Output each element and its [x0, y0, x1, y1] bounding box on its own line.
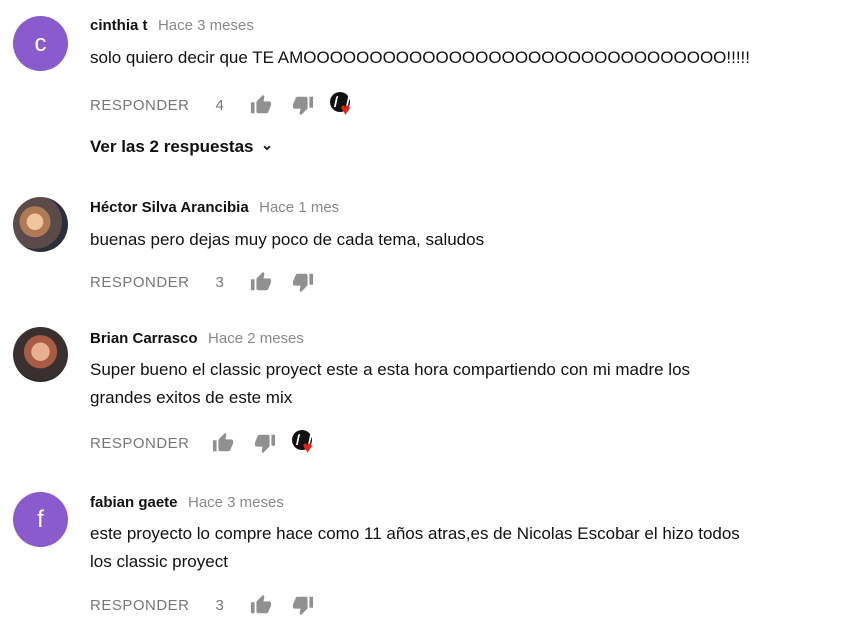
- view-replies-button[interactable]: Ver las 2 respuestas: [90, 137, 274, 157]
- reply-button[interactable]: RESPONDER: [90, 274, 190, 291]
- comment-header: Héctor Silva Arancibia Hace 1 mes: [90, 199, 339, 217]
- thumb-up-icon[interactable]: [250, 271, 272, 293]
- timestamp[interactable]: Hace 3 meses: [188, 494, 284, 511]
- like-count: 3: [215, 596, 224, 614]
- avatar[interactable]: f: [13, 492, 68, 547]
- thumb-up-icon[interactable]: [250, 594, 272, 616]
- thumb-down-icon[interactable]: [292, 271, 314, 293]
- avatar[interactable]: c: [13, 16, 68, 71]
- comment-actions: RESPONDER 3: [90, 593, 314, 617]
- thumb-up-icon[interactable]: [212, 432, 234, 454]
- comment-text-line: este proyecto lo compre hace como 11 año…: [90, 524, 740, 543]
- author-name[interactable]: cinthia t: [90, 17, 148, 34]
- like-count: 3: [215, 273, 224, 291]
- comment-text: buenas pero dejas muy poco de cada tema,…: [90, 226, 830, 254]
- chevron-down-icon: [260, 140, 274, 154]
- thumb-down-icon[interactable]: [292, 94, 314, 116]
- comment-header: fabian gaete Hace 3 meses: [90, 494, 284, 512]
- comment-text: este proyecto lo compre hace como 11 año…: [90, 520, 830, 576]
- avatar[interactable]: [13, 197, 68, 252]
- comment-text: Super bueno el classic proyect este a es…: [90, 356, 830, 412]
- comment-text-line: los classic proyect: [90, 552, 228, 571]
- comment-header: Brian Carrasco Hace 2 meses: [90, 330, 304, 348]
- thumb-up-icon[interactable]: [250, 94, 272, 116]
- reply-button[interactable]: RESPONDER: [90, 97, 190, 114]
- view-replies-label: Ver las 2 respuestas: [90, 137, 254, 156]
- comment-actions: RESPONDER ♥: [90, 430, 320, 456]
- comment-text: solo quiero decir que TE AMOOOOOOOOOOOOO…: [90, 44, 830, 72]
- creator-heart-icon: ♥: [291, 430, 320, 456]
- reply-button[interactable]: RESPONDER: [90, 435, 190, 452]
- comment-text-line: grandes exitos de este mix: [90, 388, 293, 407]
- thumb-down-icon[interactable]: [292, 594, 314, 616]
- thumb-down-icon[interactable]: [254, 432, 276, 454]
- comment-text-line: Super bueno el classic proyect este a es…: [90, 360, 691, 379]
- like-count: 4: [215, 96, 224, 114]
- comment-actions: RESPONDER 3: [90, 270, 314, 294]
- comment-text-line: buenas pero dejas muy poco de cada tema,…: [90, 230, 485, 249]
- author-name[interactable]: Héctor Silva Arancibia: [90, 199, 249, 216]
- timestamp[interactable]: Hace 3 meses: [158, 17, 254, 34]
- timestamp[interactable]: Hace 2 meses: [208, 330, 304, 347]
- author-name[interactable]: fabian gaete: [90, 494, 178, 511]
- comment-header: cinthia t Hace 3 meses: [90, 17, 254, 35]
- comment-text-line: solo quiero decir que TE AMOOOOOOOOOOOOO…: [90, 48, 751, 67]
- avatar[interactable]: [13, 327, 68, 382]
- creator-heart-icon: ♥: [329, 92, 358, 118]
- comment-actions: RESPONDER 4 ♥: [90, 92, 358, 118]
- reply-button[interactable]: RESPONDER: [90, 597, 190, 614]
- timestamp[interactable]: Hace 1 mes: [259, 199, 339, 216]
- author-name[interactable]: Brian Carrasco: [90, 330, 198, 347]
